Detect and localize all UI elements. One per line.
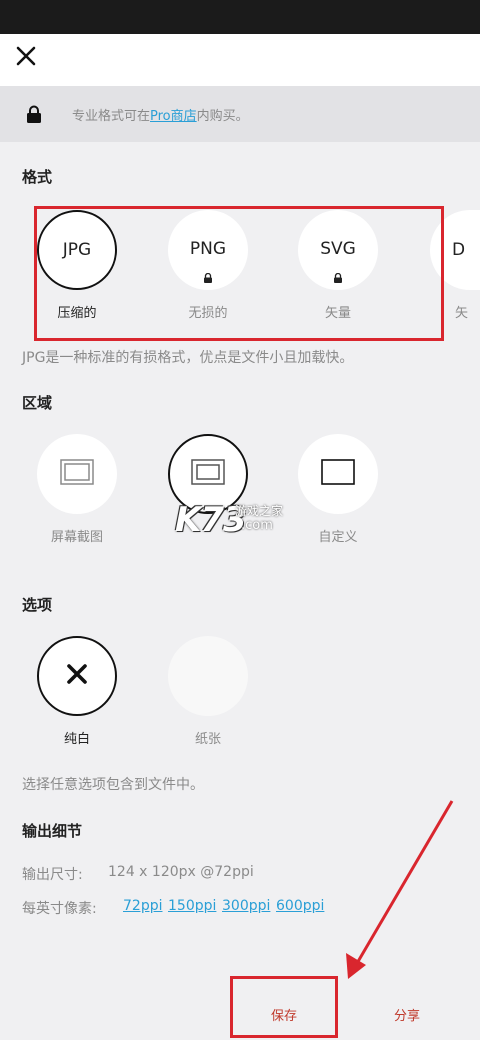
watermark-domain: .com <box>241 518 273 533</box>
status-bar <box>0 0 480 34</box>
options-title: 选项 <box>22 596 53 614</box>
pro-notice-banner: 专业格式可在Pro商店内购买。 <box>0 86 480 142</box>
notice-suffix: 内购买。 <box>196 109 249 124</box>
header <box>0 34 480 86</box>
ppi-72-link[interactable]: 72ppi <box>123 898 162 914</box>
option-paper-caption: 纸张 <box>194 732 221 747</box>
format-description: JPG是一种标准的有损格式，优点是文件小且加载快。 <box>22 350 354 366</box>
screenshot-frame-icon <box>60 459 94 489</box>
ppi-300-link[interactable]: 300ppi <box>222 898 270 914</box>
area-custom-button[interactable] <box>298 434 378 514</box>
x-icon <box>65 662 89 690</box>
area-screenshot-caption: 屏幕截图 <box>50 530 103 545</box>
ppi-150-link[interactable]: 150ppi <box>168 898 216 914</box>
ppi-label: 每英寸像素: <box>22 901 97 917</box>
full-canvas-icon <box>191 459 225 489</box>
notice-text: 专业格式可在Pro商店内购买。 <box>72 105 249 124</box>
options-description: 选择任意选项包含到文件中。 <box>22 777 204 793</box>
output-size-label: 输出尺寸: <box>22 867 83 883</box>
area-screenshot-button[interactable] <box>37 434 117 514</box>
pro-store-link[interactable]: Pro商店 <box>150 109 197 124</box>
watermark-logo: K73 游戏之家 .com <box>175 500 303 540</box>
format-title: 格式 <box>22 168 53 186</box>
notice-prefix: 专业格式可在 <box>72 109 151 124</box>
ppi-600-link[interactable]: 600ppi <box>276 898 324 914</box>
lock-icon <box>26 105 42 123</box>
format-dxf-caption: 矢 <box>455 306 469 321</box>
close-icon[interactable] <box>12 42 40 70</box>
format-highlight-annotation <box>34 206 444 341</box>
share-button[interactable]: 分享 <box>394 1005 420 1024</box>
area-title: 区域 <box>22 394 53 412</box>
option-white-button[interactable] <box>37 636 117 716</box>
output-size-value: 124 x 120px @72ppi <box>108 864 254 880</box>
output-title: 输出细节 <box>22 822 83 840</box>
annotation-arrow <box>346 800 454 979</box>
format-dxf-label: D <box>452 240 466 260</box>
option-white-caption: 纯白 <box>63 732 90 747</box>
save-button[interactable]: 保存 <box>271 1005 297 1024</box>
custom-rect-icon <box>321 459 355 489</box>
option-paper-button[interactable] <box>168 636 248 716</box>
watermark-cn: 游戏之家 <box>235 504 284 518</box>
